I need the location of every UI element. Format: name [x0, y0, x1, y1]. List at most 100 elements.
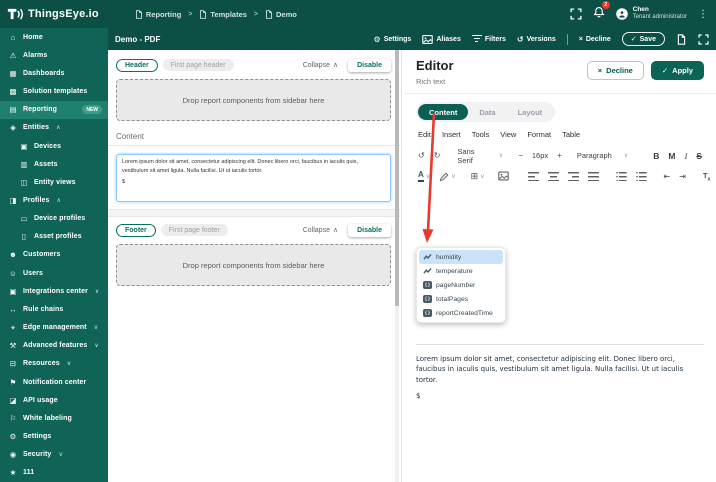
first-page-header-chip[interactable]: First page header	[162, 59, 234, 71]
sidebar-item[interactable]: ⚙ Settings	[0, 427, 108, 445]
sidebar-item[interactable]: ▤ Reporting NEW	[0, 100, 108, 119]
editor-decline-button[interactable]: × Decline	[586, 61, 644, 80]
decline-button[interactable]: × Decline	[579, 36, 611, 43]
menubar-item[interactable]: Insert	[442, 131, 461, 139]
breadcrumb-item-demo[interactable]: Demo	[265, 9, 297, 19]
numbered-list-icon[interactable]	[615, 171, 627, 182]
rich-text-content[interactable]: Lorem ipsum dolor sit amet, consectetur …	[404, 345, 716, 402]
brand-logo[interactable]: ThingsEye.io	[0, 7, 107, 21]
content-textarea[interactable]: Lorem ipsum dolor sit amet, consectetur …	[116, 154, 391, 202]
footer-dropzone[interactable]: Drop report components from sidebar here	[116, 244, 391, 286]
sidebar-item[interactable]: ★ 111	[0, 464, 108, 482]
sidebar-item[interactable]: ▦ Dashboards	[0, 64, 108, 82]
sidebar-item[interactable]: ▥ Assets	[0, 155, 108, 173]
sidebar-item[interactable]: ⌂ Home	[0, 28, 108, 46]
bullet-list-icon[interactable]	[635, 171, 647, 182]
undo-icon[interactable]: ↺	[418, 151, 425, 160]
sidebar-item[interactable]: ◨ Profiles ∧	[0, 191, 108, 209]
font-size-value[interactable]: 16px	[532, 151, 548, 160]
breadcrumb-item-reporting[interactable]: Reporting	[135, 9, 181, 19]
indent-icon[interactable]: ⇥	[679, 172, 686, 181]
align-left-icon[interactable]	[527, 171, 539, 182]
text-color-a: A	[418, 170, 424, 182]
breadcrumb-item-templates[interactable]: Templates	[199, 9, 247, 19]
align-justify-icon[interactable]	[587, 171, 599, 182]
menubar-item[interactable]: Tools	[472, 131, 490, 139]
highlight-color-button[interactable]: ∨	[439, 172, 456, 182]
sidebar-item[interactable]: ◪ API usage	[0, 391, 108, 409]
sidebar-item[interactable]: ⚑ Notification center	[0, 373, 108, 391]
clear-formatting-button[interactable]: Tx	[703, 171, 711, 183]
editor-tab[interactable]: Data	[468, 104, 506, 120]
thingseye-logo-icon	[7, 7, 24, 21]
decrease-font-icon[interactable]: −	[518, 151, 523, 160]
block-format-select[interactable]: Paragraph ∨	[577, 151, 628, 160]
menubar-item[interactable]: Format	[527, 131, 551, 139]
bold-button[interactable]: B	[653, 151, 659, 161]
sidebar-item[interactable]: ☺ Users	[0, 264, 108, 282]
menubar-item[interactable]: Edit	[418, 131, 431, 139]
sidebar-item-label: Profiles	[23, 196, 50, 204]
font-family-select[interactable]: Sans Serif ∨	[457, 147, 503, 165]
italic-button[interactable]: I	[684, 151, 687, 161]
menubar-item[interactable]: Table	[562, 131, 580, 139]
sidebar-item[interactable]: ◫ Entity views	[0, 173, 108, 191]
sidebar-item[interactable]: ◈ Entities ∧	[0, 119, 108, 137]
editor-apply-label: Apply	[672, 66, 693, 75]
sidebar-item[interactable]: ⚐ White labeling	[0, 409, 108, 427]
sidebar-item[interactable]: ▭ Device profiles	[0, 210, 108, 228]
header-dropzone[interactable]: Drop report components from sidebar here	[116, 79, 391, 121]
footer-chip[interactable]: Footer	[116, 223, 156, 237]
notifications-button[interactable]: 2	[593, 1, 610, 23]
editor-tab[interactable]: Layout	[507, 104, 554, 120]
sidebar-item[interactable]: ☻ Customers	[0, 246, 108, 264]
align-center-icon[interactable]	[547, 171, 559, 182]
collapse-header-button[interactable]: Collapse ∧	[303, 61, 338, 70]
sidebar-item[interactable]: ▩ Solution templates	[0, 82, 108, 100]
sidebar-item[interactable]: ◉ Security ∨	[0, 446, 108, 464]
autocomplete-option[interactable]: { } pageNumber	[419, 278, 503, 292]
collapse-footer-button[interactable]: Collapse ∧	[303, 226, 338, 235]
settings-button[interactable]: ⚙ Settings	[374, 35, 412, 44]
header-chip[interactable]: Header	[116, 58, 158, 72]
m-format-button[interactable]: M	[668, 151, 675, 161]
sidebar-item[interactable]: ⊟ Resources ∨	[0, 355, 108, 373]
insert-table-button[interactable]: ⊞ ∨	[471, 172, 485, 181]
filters-button[interactable]: Filters	[471, 35, 506, 43]
autocomplete-option[interactable]: { } reportCreatedTime	[419, 306, 503, 320]
versions-button[interactable]: ↺ Versions	[517, 35, 556, 44]
increase-font-icon[interactable]: +	[557, 151, 562, 160]
sidebar-item[interactable]: ⌖ Edge management ∨	[0, 319, 108, 337]
disable-footer-button[interactable]: Disable	[348, 223, 391, 237]
export-report-icon[interactable]	[676, 34, 687, 45]
fullscreen-icon[interactable]	[570, 8, 582, 20]
kebab-menu-icon[interactable]: ⋮	[698, 9, 708, 20]
sidebar-item[interactable]: ▣ Devices	[0, 137, 108, 155]
sidebar-item[interactable]: ⚒ Advanced features ∨	[0, 337, 108, 355]
sidebar-item[interactable]: ▯ Asset profiles	[0, 228, 108, 246]
autocomplete-option[interactable]: { } totalPages	[419, 292, 503, 306]
sidebar-item[interactable]: ↔ Rule chains	[0, 300, 108, 318]
menubar-item[interactable]: View	[500, 131, 516, 139]
sidebar-item[interactable]: ⚠ Alarms	[0, 46, 108, 64]
autocomplete-option[interactable]: { } temperature	[419, 264, 503, 278]
save-button[interactable]: ✓ Save	[621, 32, 665, 46]
insert-image-button[interactable]	[498, 171, 509, 183]
first-page-footer-chip[interactable]: First page footer	[160, 224, 228, 236]
outdent-icon[interactable]: ⇤	[664, 172, 671, 181]
editor-tab[interactable]: Content	[418, 104, 469, 120]
editor-apply-button[interactable]: ✓ Apply	[650, 61, 704, 80]
sidebar-item[interactable]: ▣ Integrations center ∨	[0, 282, 108, 300]
sidebar-item-icon: ▩	[9, 87, 17, 97]
user-menu[interactable]: Chen Tenant administrator	[616, 6, 687, 22]
autocomplete-option[interactable]: { } humidity	[419, 250, 503, 264]
redo-icon[interactable]: ↻	[434, 151, 441, 160]
text-color-button[interactable]: A ∨	[418, 170, 430, 182]
disable-header-button[interactable]: Disable	[348, 58, 391, 72]
sidebar-item-label: Solution templates	[23, 88, 88, 96]
aliases-button[interactable]: Aliases	[422, 34, 461, 45]
strikethrough-button[interactable]: S	[696, 151, 702, 161]
fullscreen-icon[interactable]	[698, 34, 709, 45]
align-right-icon[interactable]	[567, 171, 579, 182]
scrollbar-thumb[interactable]	[395, 50, 399, 306]
